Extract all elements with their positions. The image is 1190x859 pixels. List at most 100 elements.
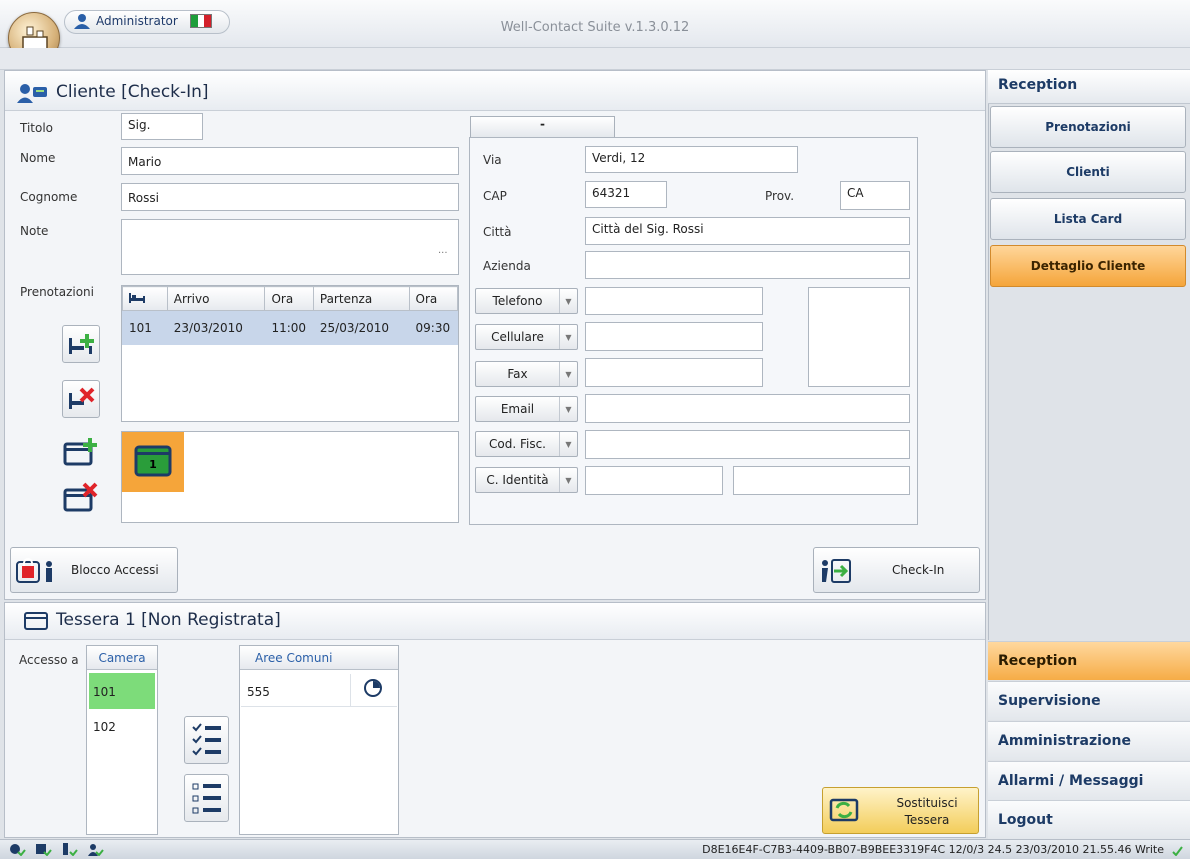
note-expand-button[interactable]: ... <box>438 245 448 256</box>
photo-box[interactable] <box>808 287 910 387</box>
sync-status-icon <box>1172 846 1183 856</box>
fax-button[interactable]: Fax ▼ <box>475 361 578 387</box>
sostituisci-tessera-button[interactable]: Sostituisci Tessera <box>822 787 979 834</box>
codfisc-field[interactable] <box>585 430 910 459</box>
aree-item-label: 555 <box>247 685 270 699</box>
remove-card-button[interactable] <box>62 480 100 518</box>
titolo-field[interactable]: Sig. <box>121 113 203 140</box>
add-card-icon <box>63 438 97 466</box>
aree-comuni-header[interactable]: Aree Comuni <box>240 646 398 670</box>
email-field[interactable] <box>585 394 910 423</box>
chevron-down-icon[interactable]: ▼ <box>559 468 577 492</box>
cellulare-label: Cellulare <box>491 330 544 344</box>
booking-room: 101 <box>122 310 168 345</box>
sidebar-item-dettaglio-cliente[interactable]: Dettaglio Cliente <box>990 245 1186 287</box>
telefono-field[interactable] <box>585 287 763 315</box>
clock-icon <box>364 679 382 697</box>
col-ora-partenza[interactable]: Ora <box>408 286 459 311</box>
col-bed-icon[interactable] <box>122 286 168 311</box>
cellulare-field[interactable] <box>585 322 763 351</box>
telefono-button[interactable]: Telefono ▼ <box>475 288 578 314</box>
camera-item-102[interactable]: 102 <box>89 712 155 746</box>
note-field[interactable] <box>121 219 459 275</box>
label-titolo: Titolo <box>20 121 54 135</box>
sidebar-item-lista-card[interactable]: Lista Card <box>990 198 1186 240</box>
label-cap: CAP <box>483 189 507 203</box>
app-title: Well-Contact Suite v.1.3.0.12 <box>500 20 690 35</box>
network-status-icon <box>36 844 52 856</box>
address-tab[interactable]: - <box>470 116 615 138</box>
accesso-label: Accesso a <box>19 653 79 667</box>
label-azienda: Azienda <box>483 259 531 273</box>
cognome-field[interactable]: Rossi <box>121 183 459 211</box>
col-ora-arrivo[interactable]: Ora <box>264 286 314 311</box>
cidentita-button[interactable]: C. Identità ▼ <box>475 467 578 493</box>
chevron-down-icon[interactable]: ▼ <box>559 432 577 456</box>
cidentita-field[interactable] <box>585 466 723 495</box>
deselect-all-button[interactable] <box>184 774 229 822</box>
bookings-grid[interactable]: Arrivo Ora Partenza Ora 101 23/03/2010 1… <box>121 285 459 422</box>
booking-partenza: 25/03/2010 <box>312 310 410 345</box>
chevron-down-icon[interactable]: ▼ <box>559 289 577 313</box>
remove-booking-button[interactable] <box>62 380 100 418</box>
device-status-icon <box>10 844 26 856</box>
lock-status-icon <box>63 843 78 856</box>
chevron-down-icon[interactable]: ▼ <box>559 325 577 349</box>
booking-ora-partenza: 09:30 <box>408 310 459 345</box>
ribbon-strip <box>0 48 1190 70</box>
checkin-icon <box>822 559 851 583</box>
sidebar-item-prenotazioni[interactable]: Prenotazioni <box>990 106 1186 148</box>
menu-reception[interactable]: Reception <box>988 641 1190 680</box>
schedule-button[interactable] <box>350 674 396 706</box>
add-booking-icon <box>69 334 94 354</box>
replace-card-icon <box>829 798 859 822</box>
codfisc-button[interactable]: Cod. Fisc. ▼ <box>475 431 578 457</box>
remove-booking-icon <box>69 387 95 409</box>
lock-person-icon <box>16 558 52 583</box>
user-status-icon <box>88 844 104 856</box>
nome-field[interactable]: Mario <box>121 147 459 175</box>
telefono-label: Telefono <box>492 294 543 308</box>
chevron-down-icon[interactable]: ▼ <box>559 362 577 386</box>
booking-ora-arrivo: 11:00 <box>264 310 314 345</box>
cidentita-field-2[interactable] <box>733 466 910 495</box>
col-arrivo[interactable]: Arrivo <box>166 286 266 311</box>
add-booking-button[interactable] <box>62 325 100 363</box>
sidebar-header: Reception <box>988 70 1190 104</box>
menu-logout[interactable]: Logout <box>988 800 1190 839</box>
customer-title: Cliente [Check-In] <box>56 82 209 102</box>
cap-field[interactable]: 64321 <box>585 181 667 208</box>
sidebar-item-clienti[interactable]: Clienti <box>990 151 1186 193</box>
checkin-button[interactable]: Check-In <box>813 547 980 593</box>
via-field[interactable]: Verdi, 12 <box>585 146 798 173</box>
booking-row[interactable]: 101 23/03/2010 11:00 25/03/2010 09:30 <box>122 310 459 345</box>
chevron-down-icon[interactable]: ▼ <box>559 397 577 421</box>
menu-amministrazione[interactable]: Amministrazione <box>988 721 1190 760</box>
cellulare-button[interactable]: Cellulare ▼ <box>475 324 578 350</box>
label-prenotazioni: Prenotazioni <box>20 285 94 299</box>
status-icons <box>8 842 108 858</box>
prov-field[interactable]: CA <box>840 181 910 210</box>
codfisc-label: Cod. Fisc. <box>489 437 546 451</box>
citta-field[interactable]: Città del Sig. Rossi <box>585 217 910 245</box>
menu-allarmi-messaggi[interactable]: Allarmi / Messaggi <box>988 761 1190 800</box>
card-outline-icon <box>24 612 48 630</box>
camera-item-101[interactable]: 101 <box>89 673 155 709</box>
fax-label: Fax <box>507 367 528 381</box>
email-label: Email <box>500 402 535 416</box>
label-note: Note <box>20 224 49 238</box>
card-tile[interactable]: 1 <box>122 432 184 492</box>
camera-header[interactable]: Camera <box>87 646 157 670</box>
add-card-button[interactable] <box>62 434 100 472</box>
blocco-accessi-button[interactable]: Blocco Accessi <box>10 547 178 593</box>
azienda-field[interactable] <box>585 251 910 279</box>
checkin-label: Check-In <box>892 563 945 577</box>
col-partenza[interactable]: Partenza <box>312 286 410 311</box>
card-number: 1 <box>149 458 157 471</box>
select-all-button[interactable] <box>184 716 229 764</box>
menu-supervisione[interactable]: Supervisione <box>988 681 1190 720</box>
fax-field[interactable] <box>585 358 763 387</box>
label-cognome: Cognome <box>20 190 78 204</box>
email-button[interactable]: Email ▼ <box>475 396 578 422</box>
label-prov: Prov. <box>765 189 795 203</box>
